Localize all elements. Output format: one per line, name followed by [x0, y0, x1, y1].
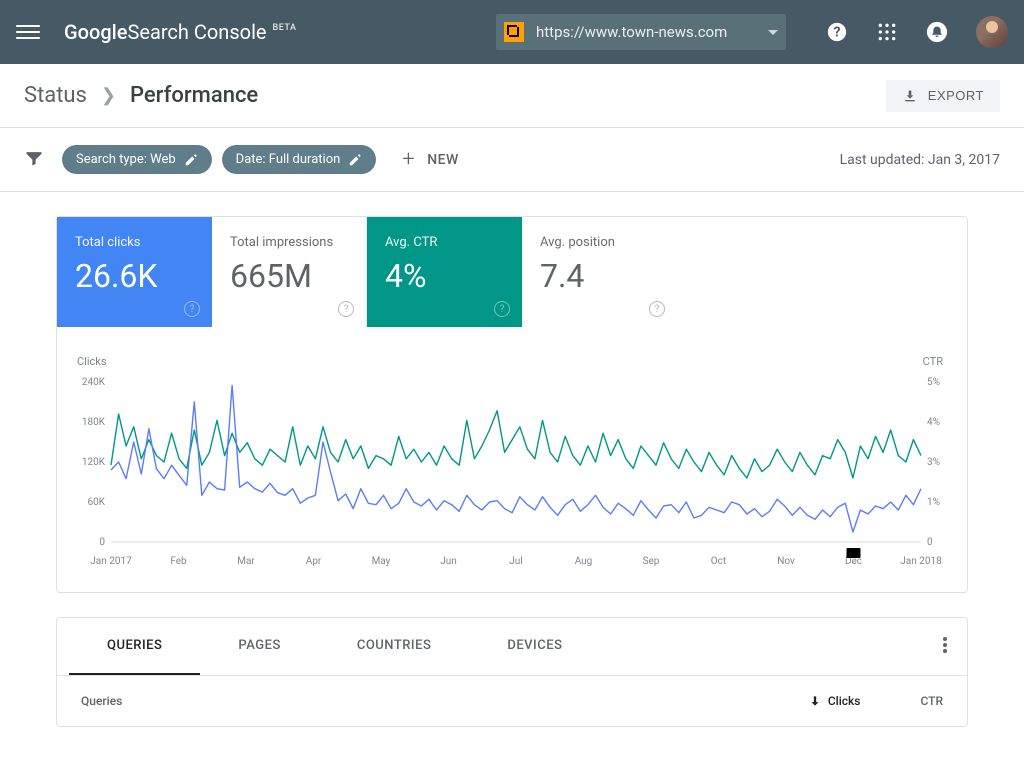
svg-text:Jan 2017: Jan 2017: [90, 556, 132, 567]
svg-text:5%: 5%: [927, 377, 940, 388]
info-icon[interactable]: ?: [649, 301, 665, 317]
svg-text:240K: 240K: [82, 377, 106, 388]
table-tabs: QUERIES PAGES COUNTRIES DEVICES: [57, 618, 967, 676]
tab-countries[interactable]: COUNTRIES: [319, 618, 470, 675]
table-header-row: Queries Clicks CTR: [57, 676, 967, 726]
chevron-right-icon: ❯: [101, 85, 116, 106]
svg-text:Sep: Sep: [643, 556, 660, 567]
column-clicks[interactable]: Clicks: [808, 694, 861, 708]
metric-label: Total clicks: [75, 235, 194, 250]
filter-chip-date[interactable]: Date: Full duration: [222, 145, 377, 174]
app-header: Google Search Console BETA https://www.t…: [0, 0, 1024, 64]
tab-devices[interactable]: DEVICES: [469, 618, 600, 675]
performance-card: Total clicks 26.6K ? Total impressions 6…: [56, 216, 968, 593]
last-updated: Last updated: Jan 3, 2017: [840, 152, 1000, 168]
logo-bold: Google: [64, 20, 127, 44]
svg-text:May: May: [372, 556, 391, 567]
svg-text:Jul: Jul: [509, 556, 522, 567]
svg-text:180K: 180K: [82, 417, 106, 428]
content: Total clicks 26.6K ? Total impressions 6…: [0, 192, 1024, 775]
app-logo: Google Search Console BETA: [64, 20, 296, 44]
metric-label: Total impressions: [230, 235, 348, 250]
info-icon[interactable]: ?: [494, 301, 510, 317]
svg-text:120K: 120K: [82, 457, 106, 468]
breadcrumb-bar: Status ❯ Performance EXPORT: [0, 64, 1024, 128]
svg-text:0: 0: [927, 537, 933, 548]
filter-icon[interactable]: [24, 148, 44, 172]
chip-label: Search type: Web: [76, 152, 176, 167]
breadcrumb-current: Performance: [130, 83, 258, 108]
metric-value: 26.6K: [75, 260, 194, 292]
metric-avg-position[interactable]: Avg. position 7.4 ?: [522, 217, 677, 327]
y2-axis-title: CTR: [923, 355, 943, 368]
svg-text:Nov: Nov: [777, 556, 795, 567]
y1-axis-title: Clicks: [77, 355, 107, 368]
metric-total-impressions[interactable]: Total impressions 665M ?: [212, 217, 367, 327]
performance-chart: Clicks CTR 240K 180K 120K 60K 0 5% 4% 3% 1% 0 Jan …: [57, 327, 967, 592]
notifications-icon[interactable]: [926, 21, 948, 43]
metric-total-clicks[interactable]: Total clicks 26.6K ?: [57, 217, 212, 327]
svg-text:4%: 4%: [927, 417, 940, 428]
metric-tiles: Total clicks 26.6K ? Total impressions 6…: [57, 217, 967, 327]
plus-icon: +: [402, 147, 415, 172]
add-filter-button[interactable]: + NEW: [402, 147, 459, 172]
property-selector[interactable]: https://www.town-news.com: [496, 14, 786, 50]
help-icon[interactable]: ?: [826, 21, 848, 43]
chip-label: Date: Full duration: [236, 152, 341, 167]
chart-canvas: 240K 180K 120K 60K 0 5% 4% 3% 1% 0 Jan 2017 Feb Mar A…: [71, 374, 951, 574]
tab-pages[interactable]: PAGES: [200, 618, 318, 675]
add-filter-label: NEW: [427, 152, 459, 168]
svg-text:Oct: Oct: [711, 556, 726, 567]
svg-text:Mar: Mar: [237, 556, 255, 567]
header-actions: ?: [826, 16, 1008, 48]
metric-value: 665M: [230, 260, 348, 292]
svg-text:Aug: Aug: [575, 556, 593, 567]
tab-queries[interactable]: QUERIES: [69, 618, 200, 675]
metric-label: Avg. position: [540, 235, 659, 250]
column-queries[interactable]: Queries: [81, 694, 808, 708]
svg-text:Feb: Feb: [170, 556, 187, 567]
filter-bar: Search type: Web Date: Full duration + N…: [0, 128, 1024, 192]
svg-text:Jan 2018: Jan 2018: [900, 556, 942, 567]
svg-text:1%: 1%: [927, 497, 940, 508]
info-icon[interactable]: ?: [338, 301, 354, 317]
chevron-down-icon: [768, 30, 778, 35]
info-icon[interactable]: ?: [184, 301, 200, 317]
breadcrumb-status[interactable]: Status: [24, 83, 87, 108]
property-icon: [504, 22, 524, 42]
svg-text:Jun: Jun: [440, 556, 457, 567]
user-avatar[interactable]: [976, 16, 1008, 48]
filter-chip-search-type[interactable]: Search type: Web: [62, 145, 212, 174]
beta-badge: BETA: [273, 23, 297, 33]
svg-text:60K: 60K: [87, 497, 105, 508]
export-button[interactable]: EXPORT: [886, 80, 1000, 112]
menu-icon[interactable]: [16, 20, 40, 44]
metric-avg-ctr[interactable]: Avg. CTR 4% ?: [367, 217, 522, 327]
metric-label: Avg. CTR: [385, 235, 504, 250]
logo-rest: Search Console: [127, 20, 266, 44]
metric-value: 4%: [385, 260, 504, 292]
more-icon[interactable]: [943, 637, 947, 657]
data-table-card: QUERIES PAGES COUNTRIES DEVICES Queries …: [56, 617, 968, 727]
property-url: https://www.town-news.com: [536, 23, 768, 41]
export-label: EXPORT: [928, 88, 984, 103]
svg-text:Apr: Apr: [306, 556, 322, 567]
column-ctr[interactable]: CTR: [920, 694, 943, 708]
svg-text:3%: 3%: [927, 457, 940, 468]
metric-value: 7.4: [540, 260, 659, 292]
breadcrumb: Status ❯ Performance: [24, 83, 258, 108]
apps-icon[interactable]: [876, 21, 898, 43]
svg-text:0: 0: [99, 537, 105, 548]
svg-text:?: ?: [834, 25, 841, 41]
